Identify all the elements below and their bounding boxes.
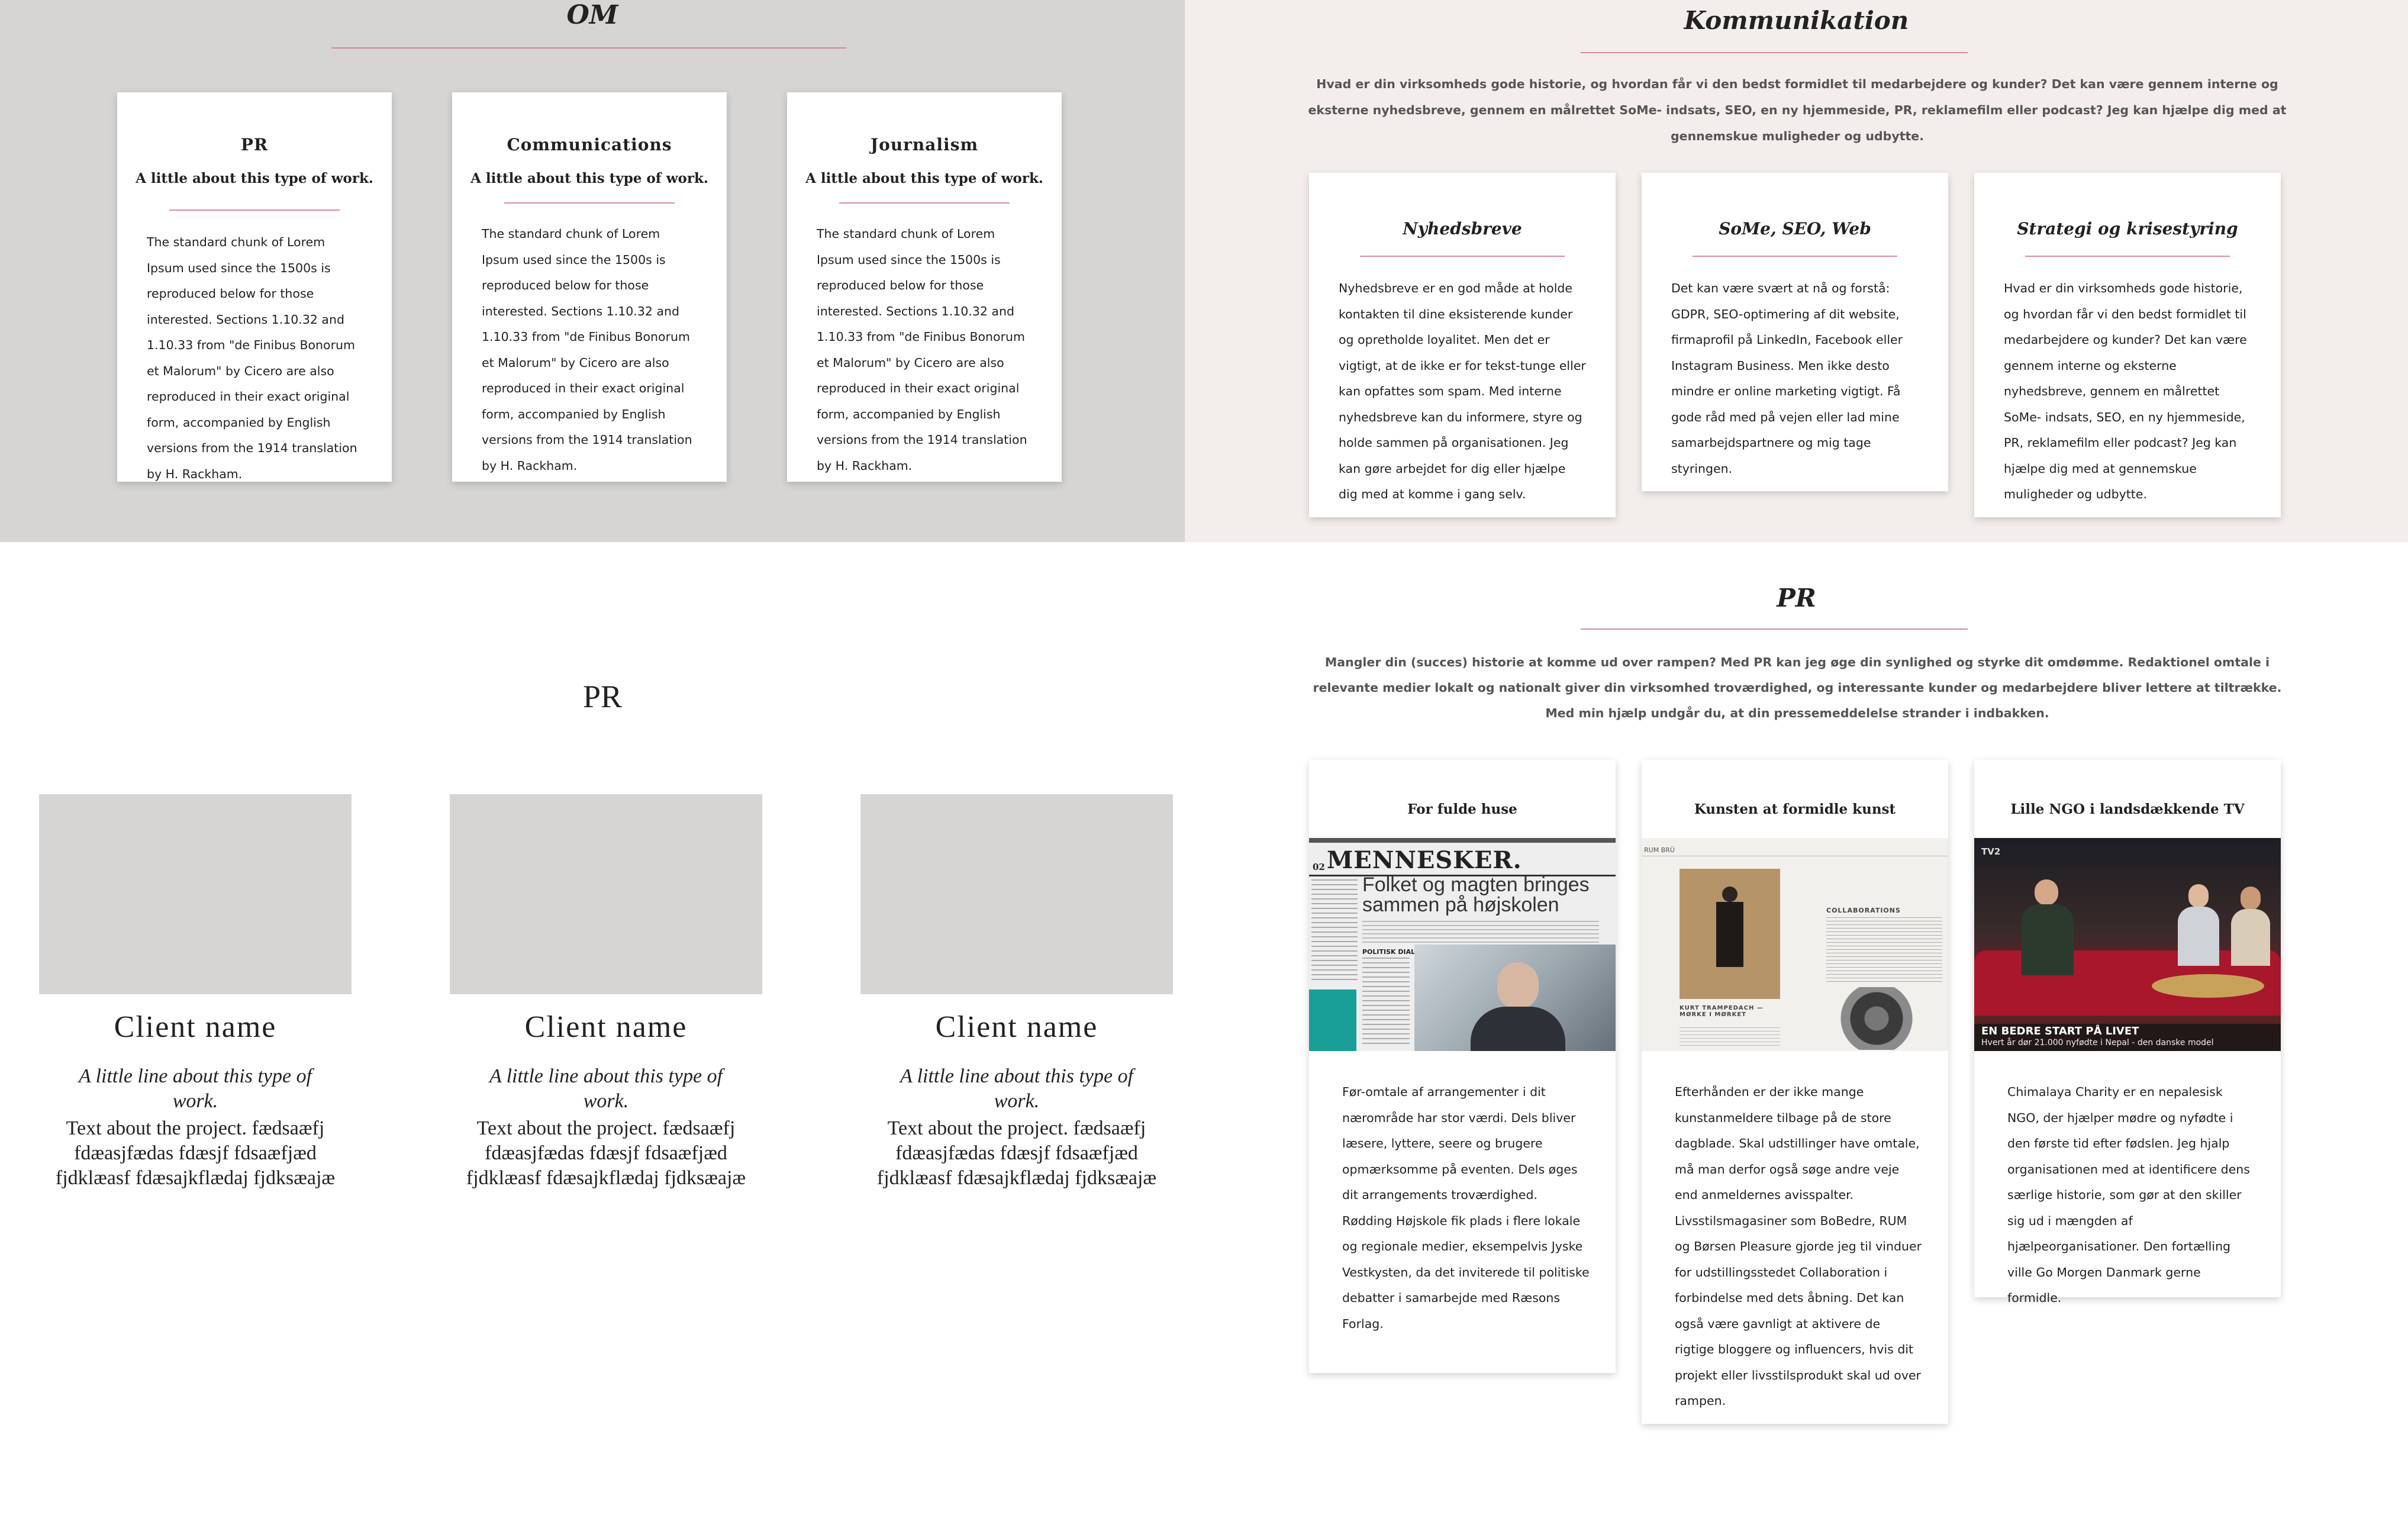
- tv-person-2-head: [2188, 884, 2209, 908]
- tv-person-3-head: [2241, 887, 2261, 910]
- om-card-communications: Communications A little about this type …: [452, 92, 727, 482]
- clip-photo-suit: [1471, 1007, 1565, 1051]
- pr-cases-title-rule: [1581, 628, 1968, 630]
- clip-section-label: COLLABORATIONS: [1826, 907, 1901, 914]
- pr-cases-intro: Mangler din (succes) historie at komme u…: [1313, 655, 2282, 720]
- om-card-pr: PR A little about this type of work. The…: [117, 92, 392, 482]
- kommunikation-card-rule: [2025, 256, 2230, 257]
- om-card-body: The standard chunk of Lorem Ipsum used s…: [482, 227, 692, 473]
- om-card-title: Journalism: [870, 135, 979, 154]
- clip-artwork-photo: [1680, 869, 1780, 999]
- clip-headline: Folket og magten bringes sammen på højsk…: [1362, 873, 1590, 916]
- client-line: A little line about this type of work.: [78, 1065, 312, 1112]
- clip-teal-block: [1309, 989, 1356, 1051]
- kommunikation-card-title: SoMe, SEO, Web: [1719, 219, 1871, 238]
- pr-clients-section: PR Client name A little line about this …: [0, 542, 1185, 1515]
- om-card-rule: [504, 202, 675, 204]
- clip-text-lines: [1826, 917, 1942, 982]
- tv-person-1-body: [2022, 904, 2074, 975]
- kommunikation-card-rule: [1693, 256, 1897, 257]
- case-card-for-fulde-huse[interactable]: For fulde huse 02 MENNESKER. Folket og m…: [1309, 760, 1616, 1373]
- clip-page-number: 02: [1313, 862, 1325, 872]
- case-card-title: Kunsten at formidle kunst: [1694, 801, 1896, 817]
- clip-figure-body: [1716, 902, 1743, 967]
- case-card-title: For fulde huse: [1407, 801, 1517, 817]
- kommunikation-card-body: Hvad er din virksomheds gode historie, o…: [2004, 281, 2247, 501]
- case-card-body: Før-omtale af arrangementer i dit næromr…: [1342, 1085, 1590, 1331]
- client-line: A little line about this type of work.: [900, 1065, 1134, 1112]
- kommunikation-card-body: Nyhedsbreve er en god måde at holde kont…: [1339, 281, 1586, 501]
- om-card-subtitle: A little about this type of work.: [136, 170, 373, 186]
- pr-cases-section: PR Mangler din (succes) historie at komm…: [1185, 542, 2408, 1515]
- client-text: Text about the project. fædsaæfj fdæasjf…: [876, 1117, 1157, 1189]
- case-card-body: Chimalaya Charity er en nepalesisk NGO, …: [2007, 1085, 2250, 1305]
- clip-caption: KURT TRAMPEDACH — MØRKE I MØRKET: [1680, 1005, 1764, 1018]
- case-card-title: Lille NGO i landsdækkende TV: [2010, 801, 2245, 817]
- tv-caption-subtitle: Hvert år dør 21.000 nyfødte i Nepal - de…: [1981, 1038, 2214, 1047]
- client-line: A little line about this type of work.: [489, 1065, 723, 1112]
- om-card-subtitle: A little about this type of work.: [470, 170, 708, 186]
- kommunikation-card-body: Det kan være svært at nå og forstå: GDPR…: [1671, 281, 1903, 476]
- om-card-journalism: Journalism A little about this type of w…: [787, 92, 1062, 482]
- clip-header: RUM BRÜ: [1644, 846, 1675, 854]
- case-card-lille-ngo[interactable]: Lille NGO i landsdækkende TV TV2 EN BEDR…: [1974, 760, 2281, 1305]
- tv-person-1-head: [2035, 879, 2058, 905]
- om-title: OM: [566, 0, 618, 30]
- clip-sidebar-lines: [1311, 879, 1358, 980]
- pr-clients-title: PR: [582, 679, 623, 714]
- case-card-body: Efterhånden er der ikke mange kunstanmel…: [1675, 1085, 1922, 1408]
- clip-deck-lines: [1362, 921, 1599, 945]
- om-card-body: The standard chunk of Lorem Ipsum used s…: [817, 227, 1027, 473]
- clip-masthead: MENNESKER.: [1327, 846, 1522, 874]
- om-card-title: Communications: [507, 135, 672, 154]
- om-card-rule: [839, 202, 1010, 204]
- clip-sculpture-photo: [1826, 987, 1927, 1050]
- clip-photo: [1414, 945, 1616, 1051]
- clip-column-lines: [1362, 958, 1410, 1046]
- kommunikation-title-rule: [1581, 52, 1968, 53]
- tv-person-3-body: [2231, 909, 2270, 966]
- clip-top-band: [1309, 838, 1616, 843]
- tv-table: [2152, 974, 2264, 998]
- kommunikation-intro: Hvad er din virksomheds gode historie, o…: [1308, 77, 2287, 143]
- client-image-placeholder: [39, 794, 352, 994]
- tv-caption-title: EN BEDRE START PÅ LIVET: [1981, 1025, 2139, 1037]
- om-card-rule: [169, 209, 340, 211]
- kommunikation-card-rule: [1360, 256, 1565, 257]
- client-text: Text about the project. fædsaæfj fdæasjf…: [55, 1117, 336, 1189]
- kommunikation-card-title: Nyhedsbreve: [1403, 219, 1522, 238]
- kommunikation-card-nyhedsbreve: Nyhedsbreve Nyhedsbreve er en god måde a…: [1309, 173, 1616, 517]
- kommunikation-section: Kommunikation Hvad er din virksomheds go…: [1185, 0, 2408, 542]
- kommunikation-title: Kommunikation: [1684, 6, 1909, 35]
- om-card-body: The standard chunk of Lorem Ipsum used s…: [147, 235, 357, 481]
- client-name: Client name: [935, 1010, 1098, 1044]
- om-card-subtitle: A little about this type of work.: [805, 170, 1043, 186]
- case-card-kunsten-at-formidle-kunst[interactable]: Kunsten at formidle kunst RUM BRÜ KURT T…: [1642, 760, 1948, 1424]
- om-title-rule: [331, 47, 846, 49]
- om-section: OM PR A little about this type of work. …: [0, 0, 1185, 542]
- om-card-title: PR: [240, 135, 269, 154]
- client-text: Text about the project. fædsaæfj fdæasjf…: [466, 1117, 746, 1189]
- kommunikation-card-strategi: Strategi og krisestyring Hvad er din vir…: [1974, 173, 2281, 517]
- newspaper-clipping-image: 02 MENNESKER. Folket og magten bringes s…: [1309, 838, 1616, 1051]
- clip-figure-head: [1722, 887, 1738, 902]
- client-name: Client name: [524, 1010, 688, 1044]
- client-name: Client name: [114, 1010, 277, 1044]
- clip-photo-face: [1497, 962, 1539, 1010]
- kommunikation-card-some-seo-web: SoMe, SEO, Web Det kan være svært at nå …: [1642, 173, 1948, 491]
- client-image-placeholder: [450, 794, 762, 994]
- pr-cases-title: PR: [1777, 584, 1816, 613]
- clip-caption-lines: [1680, 1027, 1780, 1049]
- magazine-clipping-image: RUM BRÜ KURT TRAMPEDACH — MØRKE I MØRKET…: [1642, 838, 1948, 1051]
- tv-person-2-body: [2178, 907, 2219, 966]
- kommunikation-card-title: Strategi og krisestyring: [2017, 219, 2238, 238]
- tv-screenshot-image: TV2 EN BEDRE START PÅ LIVET Hvert år dør…: [1974, 838, 2281, 1051]
- client-image-placeholder: [860, 794, 1173, 994]
- tv-channel-logo: TV2: [1981, 846, 2001, 857]
